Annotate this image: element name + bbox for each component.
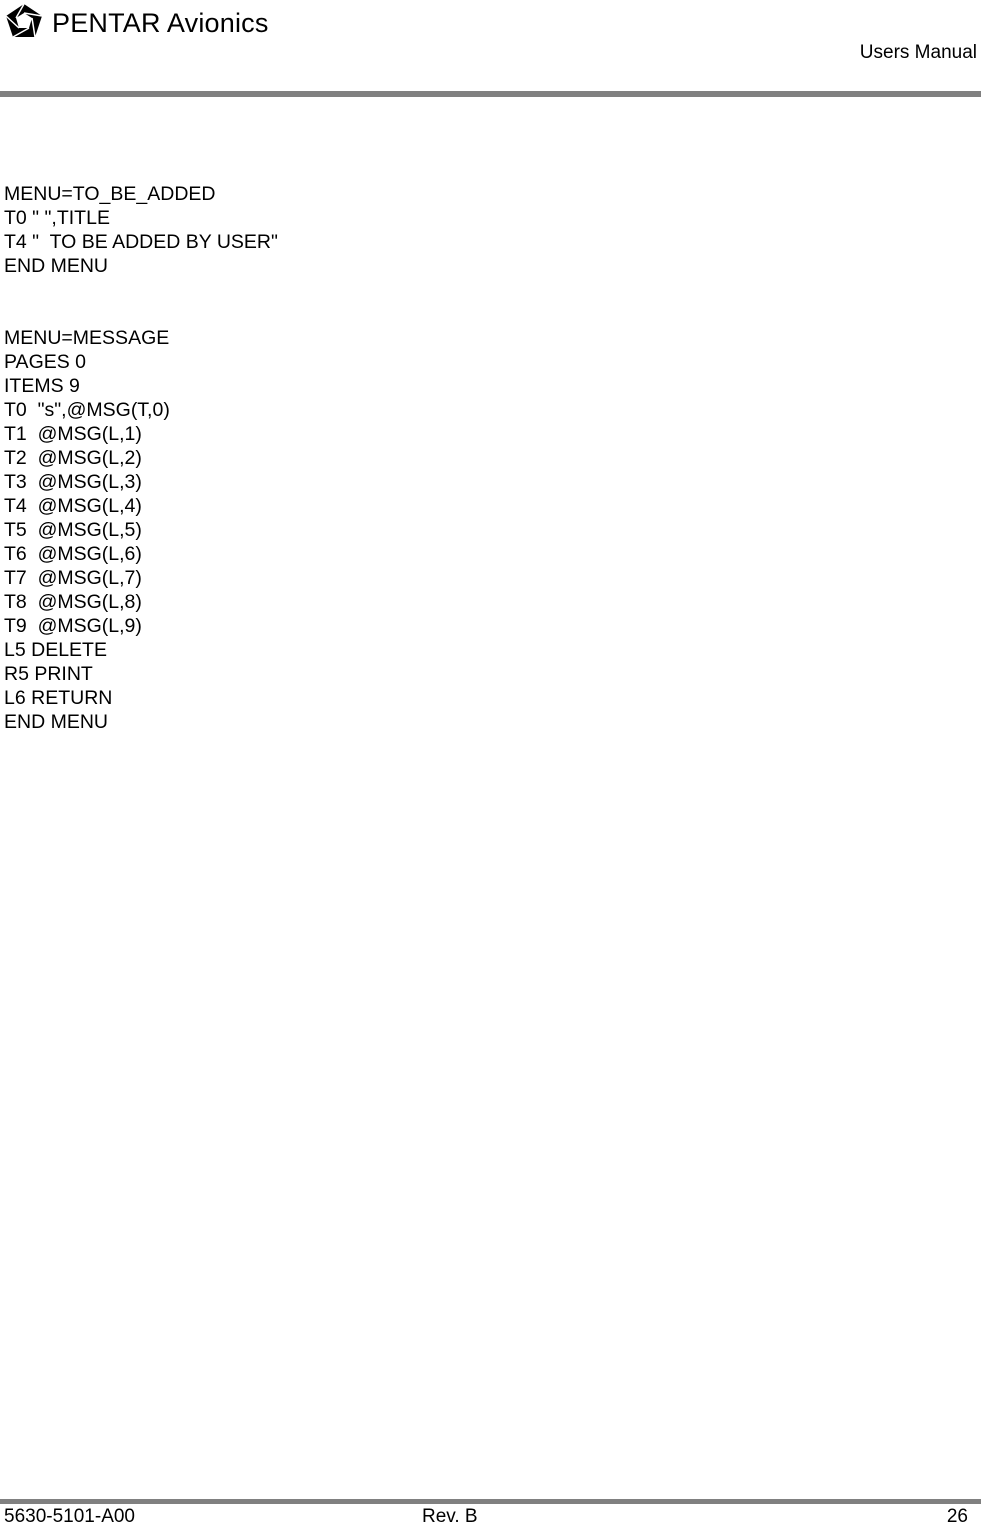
code-line: END MENU xyxy=(4,711,109,733)
code-line: ITEMS 9 xyxy=(4,375,80,397)
code-line: MENU=MESSAGE xyxy=(4,327,170,349)
code-line: T1 @MSG(L,1) xyxy=(4,423,142,445)
code-line: PAGES 0 xyxy=(4,351,87,373)
header-divider xyxy=(0,91,981,97)
brand-logo: PENTAR Avionics xyxy=(4,2,269,40)
menu-block: MENU=TO_BE_ADDED T0 " ",TITLE T4 " TO BE A… xyxy=(4,182,278,278)
code-line: T8 @MSG(L,8) xyxy=(4,591,142,613)
code-line: T4 @MSG(L,4) xyxy=(4,495,142,517)
code-line: T2 @MSG(L,2) xyxy=(4,447,142,469)
code-line: T6 @MSG(L,6) xyxy=(4,543,142,565)
code-line: END MENU xyxy=(4,255,109,277)
code-line: MENU=TO_BE_ADDED xyxy=(4,183,216,205)
menu-block: MENU=MESSAGE PAGES 0 ITEMS 9 T0 "s",@MSG(T,… xyxy=(4,326,278,734)
code-line: T0 "s",@MSG(T,0) xyxy=(4,399,170,421)
menu-definition-listing: MENU=TO_BE_ADDED T0 " ",TITLE T4 " TO BE A… xyxy=(4,182,278,734)
code-line: T9 @MSG(L,9) xyxy=(4,615,142,637)
code-line: L5 DELETE xyxy=(4,639,107,661)
pentagon-shutter-logo-icon xyxy=(5,3,43,38)
code-line: T3 @MSG(L,3) xyxy=(4,471,142,493)
footer-divider xyxy=(0,1499,981,1504)
code-line: R5 PRINT xyxy=(4,663,93,685)
code-line: T5 @MSG(L,5) xyxy=(4,519,142,541)
code-line: T4 " TO BE ADDED BY USER" xyxy=(4,231,278,253)
code-line: T0 " ",TITLE xyxy=(4,207,110,229)
code-line: L6 RETURN xyxy=(4,687,113,709)
brand-name: PENTAR Avionics xyxy=(52,7,269,38)
document-title: Users Manual xyxy=(859,42,977,63)
code-line: T7 @MSG(L,7) xyxy=(4,567,142,589)
